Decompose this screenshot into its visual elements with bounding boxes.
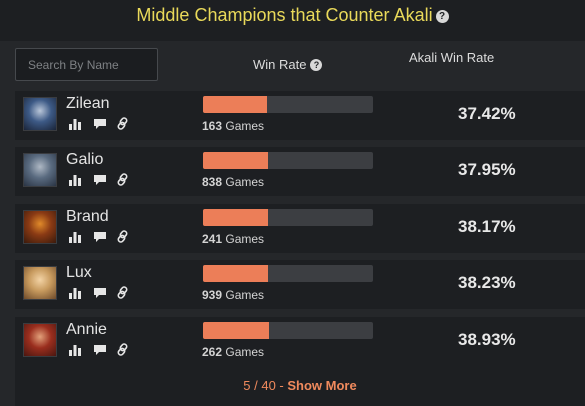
win-rate-bar [203,209,373,226]
champion-row[interactable]: Brand 241 Games 38.17% [15,204,585,253]
akali-win-rate: 38.17% [458,217,516,236]
win-rate-bar-fill [203,152,268,169]
win-rate-bar-fill [203,322,270,339]
comment-icon[interactable] [93,173,107,191]
win-rate-bar-fill [203,265,269,282]
link-icon[interactable] [117,286,129,304]
champion-row[interactable]: Zilean 163 Games 37.42% [15,91,585,140]
win-rate-bar [203,96,373,113]
games-suffix: Games [225,175,265,189]
link-icon[interactable] [117,173,129,191]
comment-icon[interactable] [93,230,107,248]
games-number: 262 [202,345,223,359]
games-suffix: Games [225,232,265,246]
win-rate-header-label: Win Rate [253,57,307,72]
games-suffix: Games [225,288,265,302]
champion-avatar[interactable] [23,210,57,244]
page-title-text: Middle Champions that Counter Akali [136,5,433,25]
pagination: 5 / 40 - Show More [15,378,585,393]
games-suffix: Games [225,345,265,359]
champion-row[interactable]: Galio 838 Games 37.95% [15,147,585,196]
stats-icon[interactable] [69,173,82,191]
stats-icon[interactable] [69,343,82,361]
pagination-footer: 5 / 40 - Show More [15,366,585,406]
games-number: 838 [202,175,223,189]
win-rate-bar-fill [203,209,269,226]
akali-win-rate: 37.95% [458,160,516,179]
link-icon[interactable] [117,343,129,361]
akali-win-rate-header: Akali Win Rate [409,50,495,65]
games-count: 241 Games [202,232,264,246]
help-icon[interactable]: ? [435,10,449,23]
champion-avatar[interactable] [23,153,57,187]
stats-icon[interactable] [69,117,82,135]
win-rate-bar [203,152,373,169]
page-indicator: 5 / 40 - [243,378,288,393]
games-count: 939 Games [202,288,264,302]
games-count: 838 Games [202,175,264,189]
champion-row[interactable]: Lux 939 Games 38.23% [15,260,585,309]
games-suffix: Games [225,119,265,133]
akali-win-rate: 38.23% [458,273,516,292]
games-number: 163 [202,119,223,133]
search-input[interactable] [15,48,158,81]
win-rate-bar-fill [203,96,267,113]
win-rate-header: Win Rate? [253,57,323,72]
win-rate-bar [203,265,373,282]
comment-icon[interactable] [93,117,107,135]
games-number: 241 [202,232,223,246]
champion-avatar[interactable] [23,266,57,300]
link-icon[interactable] [117,117,129,135]
comment-icon[interactable] [93,343,107,361]
games-count: 163 Games [202,119,264,133]
champion-name[interactable]: Lux [66,264,92,282]
stats-icon[interactable] [69,286,82,304]
win-rate-help-icon[interactable]: ? [310,59,323,71]
link-icon[interactable] [117,230,129,248]
champion-name[interactable]: Galio [66,151,103,169]
win-rate-bar [203,322,373,339]
champion-avatar[interactable] [23,97,57,131]
champion-name[interactable]: Zilean [66,95,110,113]
champion-name[interactable]: Annie [66,321,107,339]
page-title: Middle Champions that Counter Akali? [0,5,585,26]
akali-win-rate: 37.42% [458,104,516,123]
akali-win-rate: 38.93% [458,330,516,349]
show-more-button[interactable]: Show More [287,378,356,393]
champion-avatar[interactable] [23,323,57,357]
games-number: 939 [202,288,223,302]
comment-icon[interactable] [93,286,107,304]
champion-name[interactable]: Brand [66,208,109,226]
champion-row[interactable]: Annie 262 Games 38.93% [15,317,585,366]
games-count: 262 Games [202,345,264,359]
stats-icon[interactable] [69,230,82,248]
